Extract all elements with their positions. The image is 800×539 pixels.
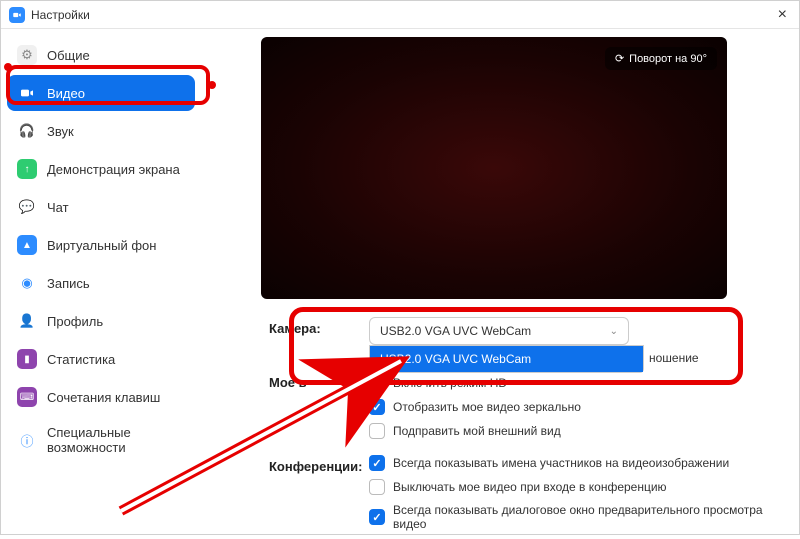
camera-selected-value: USB2.0 VGA UVC WebCam: [380, 324, 531, 338]
sidebar-item-share[interactable]: ↑ Демонстрация экрана: [7, 151, 195, 187]
camera-select[interactable]: USB2.0 VGA UVC WebCam ⌄: [369, 317, 629, 345]
close-icon[interactable]: ×: [774, 6, 791, 24]
sidebar-item-video[interactable]: Видео: [7, 75, 195, 111]
share-screen-icon: ↑: [17, 159, 37, 179]
sidebar-item-label: Звук: [47, 124, 74, 139]
check-label: Всегда показывать диалоговое окно предва…: [393, 503, 779, 531]
check-label: Выключать мое видео при входе в конферен…: [393, 480, 667, 494]
video-icon: [17, 83, 37, 103]
image-icon: ▲: [17, 235, 37, 255]
sidebar-item-label: Видео: [47, 86, 85, 101]
checkbox-touchup[interactable]: [369, 423, 385, 439]
sidebar-item-label: Статистика: [47, 352, 115, 367]
checkbox-mirror[interactable]: [369, 399, 385, 415]
sidebar-item-label: Специальные возможности: [47, 425, 185, 455]
check-label: Всегда показывать имена участников на ви…: [393, 456, 729, 470]
chat-icon: 💬: [17, 197, 37, 217]
checkbox-turn-off[interactable]: [369, 479, 385, 495]
video-preview: ⟳ Поворот на 90°: [261, 37, 727, 299]
rotate-button[interactable]: ⟳ Поворот на 90°: [605, 47, 717, 70]
camera-row: Камера: USB2.0 VGA UVC WebCam ⌄ USB2.0 V…: [269, 317, 779, 345]
chevron-down-icon: ⌄: [610, 326, 618, 337]
headphones-icon: 🎧: [17, 121, 37, 141]
check-label: Включить режим HD: [393, 376, 507, 390]
check-turn-off: Выключать мое видео при входе в конферен…: [369, 479, 779, 495]
my-video-checks: Включить режим HD Отобразить мое видео з…: [369, 375, 779, 447]
checkbox-show-names[interactable]: [369, 455, 385, 471]
camera-label: Камера:: [269, 317, 369, 336]
check-hd: Включить режим HD: [369, 375, 779, 391]
window-title: Настройки: [31, 8, 90, 22]
sidebar-item-shortcuts[interactable]: ⌨ Сочетания клавиш: [7, 379, 195, 415]
check-preview-dialog: Всегда показывать диалоговое окно предва…: [369, 503, 779, 531]
camera-dropdown-option[interactable]: USB2.0 VGA UVC WebCam: [370, 346, 643, 372]
sidebar-item-accessibility[interactable]: ⓘ Специальные возможности: [7, 417, 195, 463]
sidebar-item-chat[interactable]: 💬 Чат: [7, 189, 195, 225]
sidebar-item-virtual-bg[interactable]: ▲ Виртуальный фон: [7, 227, 195, 263]
sidebar-item-stats[interactable]: ▮ Статистика: [7, 341, 195, 377]
sidebar: ⚙ Общие Видео 🎧 Звук ↑ Демонстрация экра…: [1, 29, 201, 534]
titlebar-left: Настройки: [9, 7, 90, 23]
check-show-names: Всегда показывать имена участников на ви…: [369, 455, 779, 471]
settings-window: Настройки × ⚙ Общие Видео 🎧 Звук ↑ Демон…: [0, 0, 800, 535]
settings-section: Камера: USB2.0 VGA UVC WebCam ⌄ USB2.0 V…: [261, 317, 779, 539]
meetings-checks: Всегда показывать имена участников на ви…: [369, 455, 779, 539]
checkbox-hd[interactable]: [369, 375, 385, 391]
my-video-row: Мое в Включить режим HD Отобразить мое в…: [269, 375, 779, 447]
sidebar-item-label: Профиль: [47, 314, 103, 329]
checkbox-preview-dialog[interactable]: [369, 509, 385, 525]
accessibility-icon: ⓘ: [17, 430, 37, 450]
camera-body: USB2.0 VGA UVC WebCam ⌄ USB2.0 VGA UVC W…: [369, 317, 779, 345]
check-touchup: Подправить мой внешний вид: [369, 423, 779, 439]
meetings-row: Конференции: Всегда показывать имена уча…: [269, 455, 779, 539]
sidebar-item-general[interactable]: ⚙ Общие: [7, 37, 195, 73]
keyboard-icon: ⌨: [17, 387, 37, 407]
gear-icon: ⚙: [17, 45, 37, 65]
sidebar-item-label: Демонстрация экрана: [47, 162, 180, 177]
sidebar-item-label: Сочетания клавиш: [47, 390, 160, 405]
sidebar-item-profile[interactable]: 👤 Профиль: [7, 303, 195, 339]
my-video-label: Мое в: [269, 375, 369, 390]
check-label: Отобразить мое видео зеркально: [393, 400, 581, 414]
sidebar-item-recording[interactable]: ◉ Запись: [7, 265, 195, 301]
check-mirror: Отобразить мое видео зеркально: [369, 399, 779, 415]
sidebar-item-audio[interactable]: 🎧 Звук: [7, 113, 195, 149]
stats-icon: ▮: [17, 349, 37, 369]
rotate-label: Поворот на 90°: [629, 53, 707, 65]
content: ⟳ Поворот на 90° Камера: USB2.0 VGA UVC …: [201, 29, 799, 534]
check-label: Подправить мой внешний вид: [393, 424, 561, 438]
record-icon: ◉: [17, 273, 37, 293]
aspect-ratio-partial: ношение: [649, 351, 699, 365]
sidebar-item-label: Чат: [47, 200, 69, 215]
rotate-icon: ⟳: [615, 52, 624, 65]
app-icon: [9, 7, 25, 23]
meetings-label: Конференции:: [269, 455, 369, 474]
camera-dropdown: USB2.0 VGA UVC WebCam: [369, 345, 644, 373]
sidebar-item-label: Запись: [47, 276, 90, 291]
titlebar: Настройки ×: [1, 1, 799, 29]
sidebar-item-label: Общие: [47, 48, 90, 63]
user-icon: 👤: [17, 311, 37, 331]
body: ⚙ Общие Видео 🎧 Звук ↑ Демонстрация экра…: [1, 29, 799, 534]
sidebar-item-label: Виртуальный фон: [47, 238, 156, 253]
